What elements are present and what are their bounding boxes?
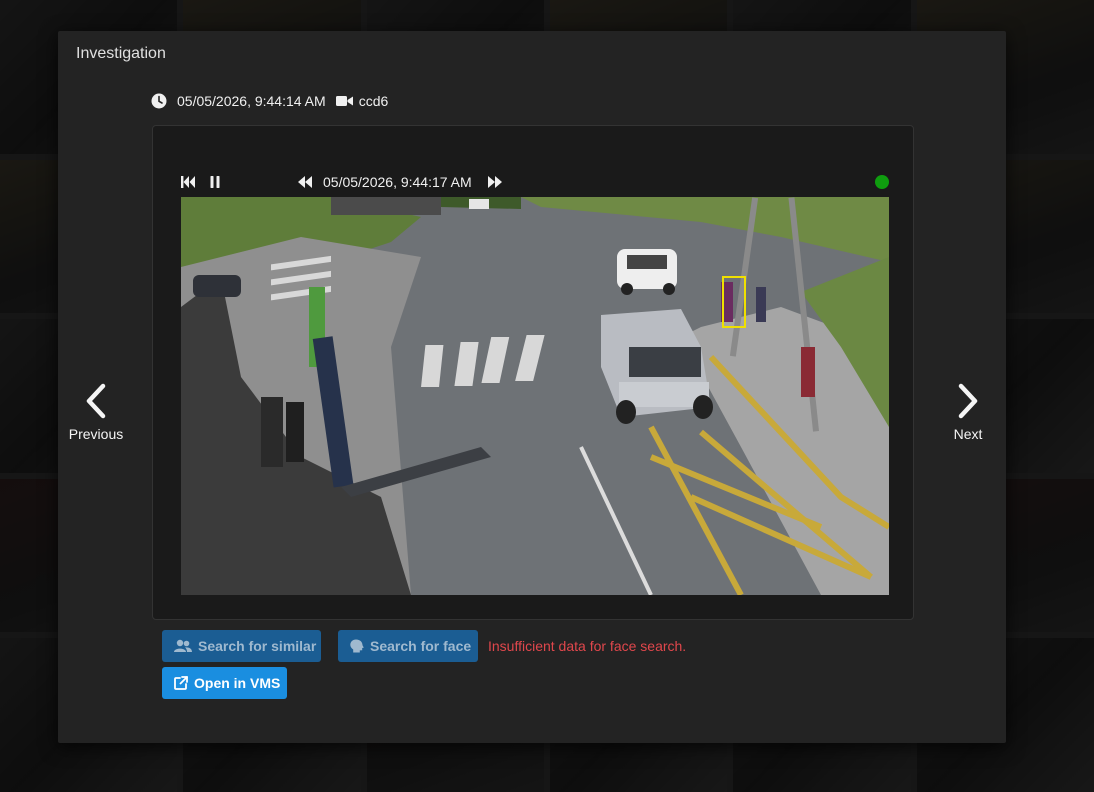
clock-icon bbox=[151, 93, 167, 109]
dialog-title: Investigation bbox=[76, 45, 166, 62]
live-status-indicator bbox=[875, 175, 889, 189]
next-button[interactable]: Next bbox=[933, 383, 1003, 442]
fast-forward-icon[interactable] bbox=[487, 174, 503, 190]
investigation-dialog: Investigation 05/05/2026, 9:44:14 AM ccd… bbox=[58, 31, 1006, 743]
video-frame[interactable] bbox=[181, 197, 889, 595]
previous-label: Previous bbox=[68, 426, 124, 442]
chevron-right-icon bbox=[956, 383, 980, 422]
skip-to-start-icon[interactable] bbox=[181, 174, 197, 190]
open-in-vms-button[interactable]: Open in VMS bbox=[162, 667, 287, 699]
search-face-button[interactable]: Search for face bbox=[338, 630, 478, 662]
event-timestamp: 05/05/2026, 9:44:14 AM bbox=[177, 93, 326, 109]
rewind-icon[interactable] bbox=[297, 174, 313, 190]
pause-icon[interactable] bbox=[207, 174, 223, 190]
search-similar-label: Search for similar bbox=[198, 638, 317, 654]
camera-name: ccd6 bbox=[358, 93, 389, 109]
street-scene-image bbox=[181, 197, 889, 595]
chevron-left-icon bbox=[84, 383, 108, 422]
player-controls: 05/05/2026, 9:44:17 AM bbox=[181, 172, 889, 194]
playback-time: 05/05/2026, 9:44:17 AM bbox=[323, 174, 472, 190]
next-label: Next bbox=[953, 426, 983, 442]
head-profile-icon bbox=[350, 639, 370, 653]
external-link-icon bbox=[174, 676, 194, 690]
video-player: 05/05/2026, 9:44:17 AM bbox=[152, 125, 914, 620]
users-icon bbox=[174, 639, 198, 653]
search-similar-button[interactable]: Search for similar bbox=[162, 630, 321, 662]
video-camera-icon bbox=[335, 94, 353, 108]
search-face-label: Search for face bbox=[370, 638, 472, 654]
event-meta: 05/05/2026, 9:44:14 AM ccd6 bbox=[151, 93, 388, 109]
previous-button[interactable]: Previous bbox=[61, 383, 131, 442]
open-in-vms-label: Open in VMS bbox=[194, 675, 281, 691]
face-search-error: Insufficient data for face search. bbox=[488, 638, 687, 654]
